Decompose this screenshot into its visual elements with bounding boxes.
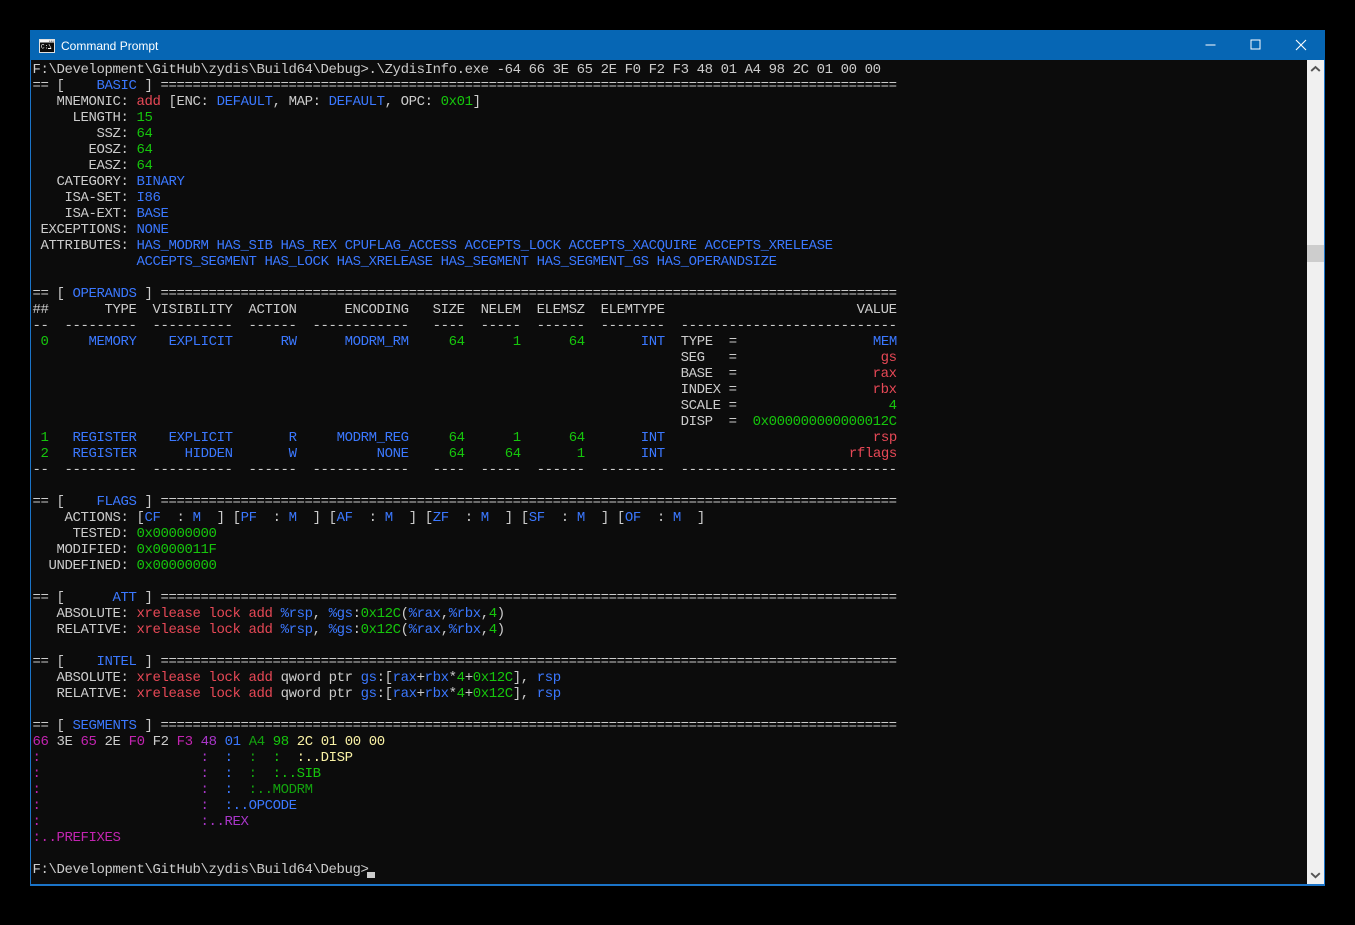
svg-text:C:\: C:\ — [41, 44, 52, 51]
